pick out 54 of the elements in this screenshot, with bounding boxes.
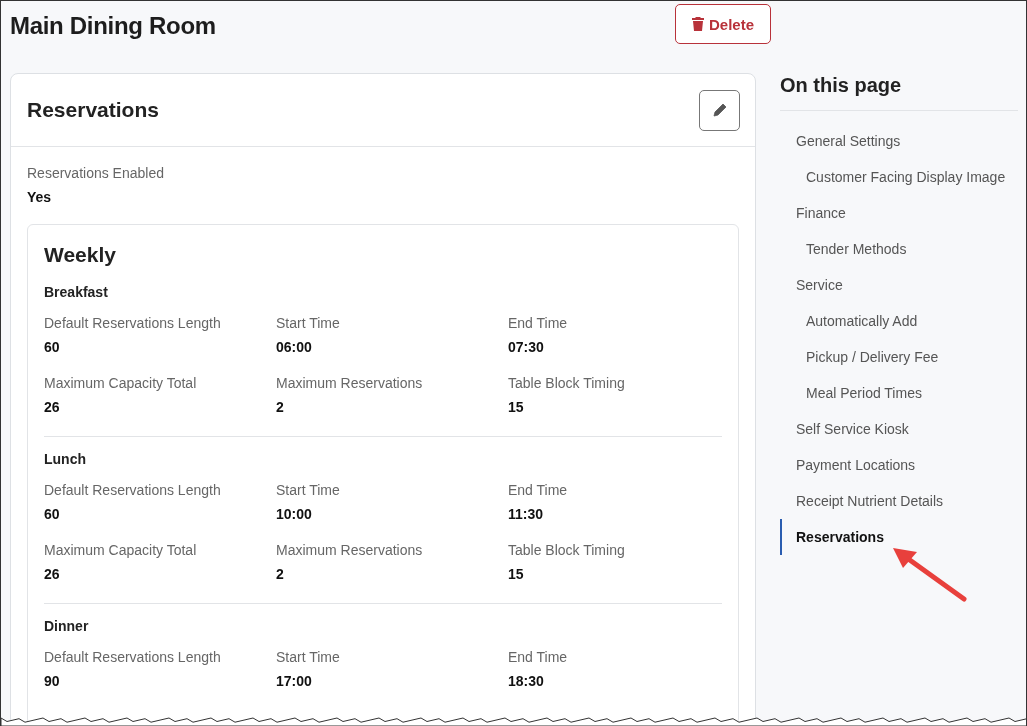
field-value: 60: [44, 339, 61, 356]
field-value: 60: [44, 506, 61, 523]
delete-button[interactable]: Delete: [675, 4, 772, 44]
field-label: End Time: [508, 315, 569, 332]
period-name: Breakfast: [44, 284, 109, 300]
field-label: Start Time: [276, 649, 341, 666]
field-value: 17:00: [276, 673, 313, 690]
field-value: 90: [44, 673, 61, 690]
field-value: 10:00: [276, 506, 313, 523]
field-label: Start Time: [276, 315, 341, 332]
field-label: Start Time: [276, 482, 341, 499]
field-label: Maximum Capacity Total: [44, 375, 198, 392]
field-value: 15: [508, 566, 525, 583]
field-value: 26: [44, 399, 61, 416]
field-value: 2: [276, 399, 285, 416]
sidebar-link[interactable]: Service: [780, 267, 1018, 303]
trash-icon: [692, 17, 704, 31]
field-label: End Time: [508, 482, 569, 499]
period-name: Dinner: [44, 618, 90, 634]
field-value: 15: [508, 399, 525, 416]
field-label: End Time: [508, 649, 569, 666]
sidebar-link[interactable]: Meal Period Times: [780, 375, 1018, 411]
field-value: 06:00: [276, 339, 313, 356]
sidebar-link[interactable]: Automatically Add: [780, 303, 1018, 339]
field-value: 26: [44, 566, 61, 583]
field-label: Table Block Timing: [508, 542, 626, 559]
sidebar-title: On this page: [780, 74, 1018, 111]
sidebar-link[interactable]: Tender Methods: [780, 231, 1018, 267]
field-label: Table Block Timing: [508, 375, 626, 392]
sidebar-link[interactable]: Pickup / Delivery Fee: [780, 339, 1018, 375]
sidebar-link[interactable]: Self Service Kiosk: [780, 411, 1018, 447]
sidebar-link[interactable]: Finance: [780, 195, 1018, 231]
card-title: Reservations: [27, 98, 159, 122]
sidebar-link[interactable]: General Settings: [780, 123, 1018, 159]
field-label: Default Reservations Length: [44, 649, 222, 666]
field-label: Default Reservations Length: [44, 315, 222, 332]
field-value: 11:30: [508, 506, 545, 523]
sidebar-link[interactable]: Payment Locations: [780, 447, 1018, 483]
field-label: Default Reservations Length: [44, 482, 222, 499]
field-value: 07:30: [508, 339, 545, 356]
period-name: Lunch: [44, 451, 87, 467]
edit-button[interactable]: [699, 89, 740, 131]
field-value: Yes: [27, 189, 53, 206]
page-title: Main Dining Room: [10, 12, 217, 40]
field-value: 2: [276, 566, 285, 583]
sidebar-link[interactable]: Receipt Nutrient Details: [780, 483, 1018, 519]
field-label: Maximum Capacity Total: [44, 542, 198, 559]
field-label: Reservations Enabled: [27, 165, 165, 182]
pencil-icon: [712, 103, 727, 117]
field-label: Maximum Reservations: [276, 542, 424, 559]
sidebar-link[interactable]: Customer Facing Display Image: [780, 159, 1018, 195]
section-title: Weekly: [44, 243, 117, 267]
field-label: Maximum Reservations: [276, 375, 424, 392]
field-value: 18:30: [508, 673, 545, 690]
